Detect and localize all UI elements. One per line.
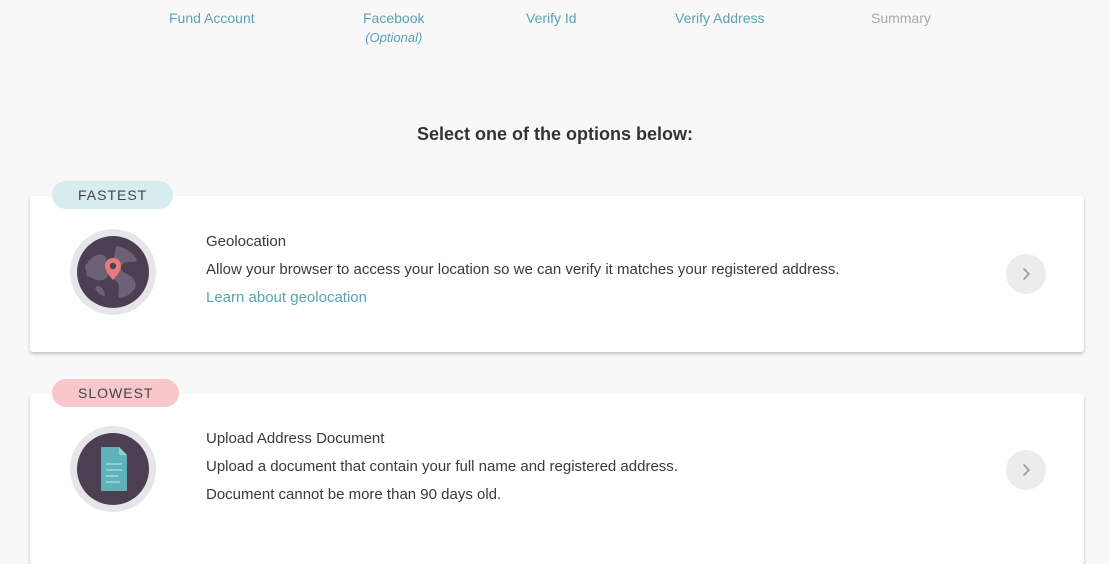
document-icon: [70, 426, 156, 512]
step-sublabel: (Optional): [365, 30, 423, 45]
step-label: Fund Account: [169, 10, 255, 26]
option-upload-document[interactable]: Upload Address Document Upload a documen…: [30, 394, 1084, 564]
globe-location-icon: [70, 229, 156, 315]
speed-tag-fastest: FASTEST: [52, 181, 174, 209]
option-title: Upload Address Document: [206, 430, 385, 447]
learn-about-geolocation-link[interactable]: Learn about geolocation: [206, 284, 994, 312]
step-label: Verify Address: [675, 10, 765, 26]
chevron-right-icon[interactable]: [1006, 254, 1046, 294]
step-verify-address[interactable]: Verify Address: [675, 8, 765, 28]
step-label: Verify Id: [526, 10, 577, 26]
option-text: Geolocation Allow your browser to access…: [206, 228, 994, 312]
option-title: Geolocation: [206, 233, 287, 250]
option-geolocation[interactable]: Geolocation Allow your browser to access…: [30, 196, 1084, 352]
step-verify-id[interactable]: Verify Id: [526, 8, 577, 28]
step-label: Summary: [871, 10, 931, 26]
step-fund-account[interactable]: Fund Account: [169, 8, 255, 28]
step-facebook[interactable]: Facebook (Optional): [363, 8, 424, 48]
option-description-note: Document cannot be more than 90 days old…: [206, 486, 502, 503]
option-description: Upload a document that contain your full…: [206, 458, 678, 475]
speed-tag-slowest: SLOWEST: [52, 379, 180, 407]
option-description: Allow your browser to access your locati…: [206, 261, 840, 278]
page-heading: Select one of the options below:: [416, 124, 693, 144]
step-label: Facebook: [363, 10, 425, 26]
option-text: Upload Address Document Upload a documen…: [206, 425, 994, 509]
chevron-right-icon[interactable]: [1006, 450, 1046, 490]
step-summary: Summary: [871, 8, 931, 28]
progress-stepper: Fund Account Facebook (Optional) Verify …: [0, 0, 1110, 60]
